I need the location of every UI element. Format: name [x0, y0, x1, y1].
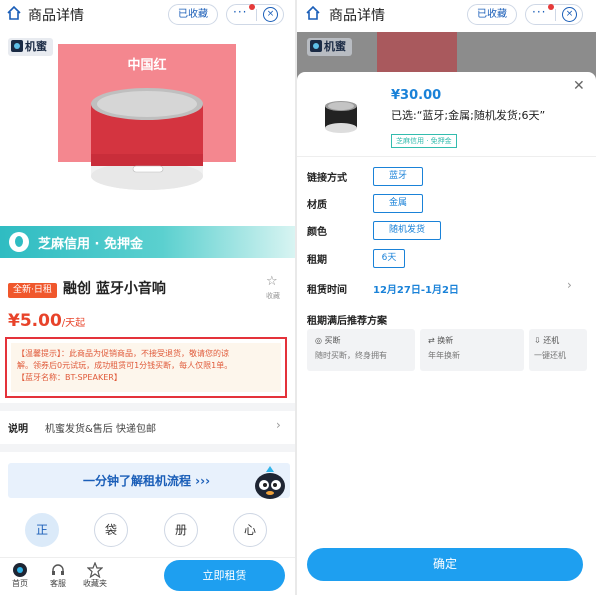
rental-time-label: 租赁时间	[307, 285, 347, 296]
notice-line-1: 【温馨提示】：此商品为促销商品，不接受退货，敬请您的谅	[17, 349, 229, 358]
option-6-days[interactable]: 6天	[373, 249, 405, 268]
plan-buyout-desc: 随时买断，终身拥有	[315, 351, 387, 360]
plan-return[interactable]: ⇩ 还机 一键还机	[529, 329, 587, 371]
authentic-icon[interactable]: 正	[25, 513, 59, 547]
tab-home-label: 首页	[12, 579, 28, 588]
plan-title: 租期满后推荐方案	[307, 316, 387, 327]
option-label-color: 颜色	[307, 227, 327, 238]
logo-text: 机蜜	[25, 40, 47, 53]
capsule-menu: ··· ×	[525, 4, 583, 25]
plan-renew-desc: 年年换新	[428, 351, 460, 360]
close-icon[interactable]: ×	[562, 7, 577, 22]
capsule-divider	[555, 9, 556, 21]
tab-service[interactable]: 客服	[43, 562, 73, 589]
section-divider	[0, 403, 295, 411]
condition-tag: 全新·日租	[8, 283, 57, 298]
product-gallery[interactable]: 中国红 机蜜	[0, 32, 295, 229]
option-label-material: 材质	[307, 200, 327, 211]
tab-favorites-label: 收藏夹	[83, 579, 107, 588]
catalog-icon[interactable]: 册	[164, 513, 198, 547]
top-bar: 商品详情 已收藏 ··· ×	[0, 0, 295, 30]
tab-home[interactable]: 首页	[5, 562, 35, 589]
sku-price: ¥30.00	[391, 88, 442, 103]
more-icon[interactable]: ···	[233, 5, 247, 19]
sesame-text: 芝麻信用 · 免押金	[38, 237, 143, 252]
bottom-action-bar: 首页 客服 收藏夹 立即租赁	[0, 557, 295, 595]
sku-selection-screen: 商品详情 已收藏 ··· × 机蜜 ¥30.00 已选:“蓝牙;金属;随机发货;…	[297, 0, 596, 595]
plan-return-desc: 一键还机	[534, 351, 566, 360]
dimmed-gallery	[377, 32, 457, 74]
top-bar: 商品详情 已收藏 ··· ×	[297, 0, 596, 30]
bag-icon[interactable]: 袋	[94, 513, 128, 547]
sesame-credit-banner: 芝麻信用 · 免押金	[0, 226, 295, 258]
favorited-button[interactable]: 已收藏	[467, 4, 517, 25]
notification-dot	[249, 4, 255, 10]
tab-favorites[interactable]: 收藏夹	[80, 562, 110, 589]
logo-text: 机蜜	[324, 40, 346, 53]
option-label-period: 租期	[307, 255, 327, 266]
logo-icon	[310, 40, 322, 52]
rental-time-value[interactable]: 12月27日-1月2日	[373, 281, 459, 296]
explain-value[interactable]: 机蜜发货&售后 快递包邮	[45, 420, 156, 435]
heart-hand-icon[interactable]: 心	[233, 513, 267, 547]
capsule-divider	[256, 9, 257, 21]
app-logo: 机蜜	[307, 38, 352, 56]
mascot-icon	[255, 466, 285, 499]
speaker-image	[91, 88, 203, 190]
headset-icon	[52, 564, 64, 575]
promo-notice: 【温馨提示】：此商品为促销商品，不接受退货，敬请您的谅 解。领券后0元试玩，成功…	[5, 337, 287, 398]
selected-summary: 已选:“蓝牙;金属;随机发货;6天”	[391, 109, 546, 122]
notification-dot	[548, 4, 554, 10]
section-divider	[0, 444, 295, 452]
price-unit: /天起	[61, 318, 86, 329]
product-name: 融创 蓝牙小音响	[63, 281, 166, 297]
price: ¥5.00/天起	[8, 311, 85, 331]
option-metal[interactable]: 金属	[373, 194, 423, 213]
price-value: ¥5.00	[8, 311, 62, 331]
banner-label: 中国红	[127, 58, 167, 73]
explain-label: 说明	[8, 424, 28, 435]
confirm-button[interactable]: 确定	[307, 548, 583, 581]
page-title: 商品详情	[28, 8, 84, 24]
rent-now-button[interactable]: 立即租赁	[164, 560, 285, 591]
product-thumbnail	[325, 101, 357, 133]
close-sheet-icon[interactable]: ✕	[573, 78, 585, 94]
plan-renew-title: ⇄ 换新	[428, 336, 454, 345]
option-random-ship[interactable]: 随机发货	[373, 221, 441, 240]
sku-sheet: ¥30.00 已选:“蓝牙;金属;随机发货;6天” 芝麻信用 · 免押金 ✕ 链…	[297, 72, 596, 595]
rental-process-text[interactable]: 一分钟了解租机流程 ›››	[83, 472, 210, 489]
notice-line-2: 解。领券后0元试玩，成功租赁可1分钱买断，每人仅限1单。	[17, 361, 233, 370]
close-icon[interactable]: ×	[263, 7, 278, 22]
app-logo: 机蜜	[8, 38, 53, 56]
chevron-right-icon[interactable]: ›	[276, 418, 281, 432]
page-title: 商品详情	[329, 8, 385, 24]
plan-return-title: ⇩ 还机	[534, 336, 560, 345]
favorite-label[interactable]: 收藏	[266, 291, 280, 301]
tab-service-label: 客服	[50, 579, 66, 588]
sheet-divider	[297, 156, 596, 157]
home-icon[interactable]	[6, 5, 22, 21]
notice-line-3: 【蓝牙名称：BT-SPEAKER】	[17, 373, 122, 382]
home-icon[interactable]	[305, 5, 321, 21]
option-bluetooth[interactable]: 蓝牙	[373, 167, 423, 186]
option-label-connection: 链接方式	[307, 173, 347, 184]
chevron-right-icon[interactable]: ›	[567, 278, 572, 292]
home-tab-icon	[13, 563, 27, 577]
more-icon[interactable]: ···	[532, 5, 546, 19]
plan-renew[interactable]: ⇄ 换新 年年换新	[420, 329, 524, 371]
rental-process-banner[interactable]: 一分钟了解租机流程 ›››	[8, 463, 290, 498]
logo-icon	[11, 40, 23, 52]
plan-buyout[interactable]: ◎ 买断 随时买断，终身拥有	[307, 329, 415, 371]
star-icon	[87, 562, 103, 578]
plan-buyout-title: ◎ 买断	[315, 336, 341, 345]
sesame-badge: 芝麻信用 · 免押金	[391, 134, 457, 148]
sesame-icon	[9, 232, 29, 252]
capsule-menu: ··· ×	[226, 4, 284, 25]
product-detail-screen: 商品详情 已收藏 ··· × 中国红 机蜜 芝麻信用 · 免押金 全新·日租 融…	[0, 0, 295, 595]
favorite-star-icon[interactable]: ☆	[266, 274, 278, 289]
favorited-button[interactable]: 已收藏	[168, 4, 218, 25]
